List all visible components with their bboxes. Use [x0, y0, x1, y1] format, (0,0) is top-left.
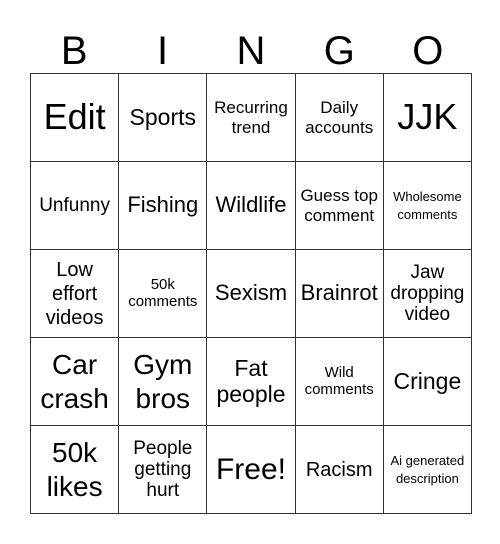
header-letter-b: B [60, 29, 88, 73]
bingo-cell[interactable]: Brainrot [295, 250, 384, 338]
bingo-cell-free[interactable]: Free! [207, 426, 296, 514]
bingo-header: B I N G O [30, 28, 472, 74]
bingo-cell[interactable]: Recurring trend [207, 74, 296, 162]
header-letter-g: G [323, 29, 355, 73]
bingo-cell[interactable]: Racism [295, 426, 384, 514]
bingo-cell[interactable]: Cringe [383, 338, 472, 426]
bingo-cell[interactable]: Sexism [207, 250, 296, 338]
bingo-card: Edit Sports Recurring trend Daily accoun… [30, 73, 472, 514]
bingo-cell[interactable]: Car crash [31, 338, 120, 426]
header-letter-o: O [412, 29, 444, 73]
bingo-cell[interactable]: People getting hurt [119, 426, 208, 514]
bingo-cell[interactable]: Fat people [207, 338, 296, 426]
bingo-cell[interactable]: Gym bros [119, 338, 208, 426]
bingo-cell[interactable]: Guess top comment [295, 162, 384, 250]
bingo-cell[interactable]: 50k comments [119, 250, 208, 338]
bingo-cell[interactable]: Sports [119, 74, 208, 162]
bingo-cell[interactable]: Wholesome comments [383, 162, 472, 250]
bingo-cell[interactable]: Wild comments [295, 338, 384, 426]
bingo-cell[interactable]: JJK [383, 74, 472, 162]
bingo-cell[interactable]: Ai generated description [383, 426, 472, 514]
bingo-cell[interactable]: 50k likes [31, 426, 120, 514]
bingo-cell[interactable]: Jaw dropping video [383, 250, 472, 338]
header-letter-n: N [236, 29, 266, 73]
bingo-cell[interactable]: Daily accounts [295, 74, 384, 162]
bingo-cell[interactable]: Edit [31, 74, 120, 162]
bingo-cell[interactable]: Fishing [119, 162, 208, 250]
bingo-cell[interactable]: Unfunny [31, 162, 120, 250]
bingo-cell[interactable]: Low effort videos [31, 250, 120, 338]
bingo-cell[interactable]: Wildlife [207, 162, 296, 250]
header-letter-i: I [157, 29, 169, 73]
